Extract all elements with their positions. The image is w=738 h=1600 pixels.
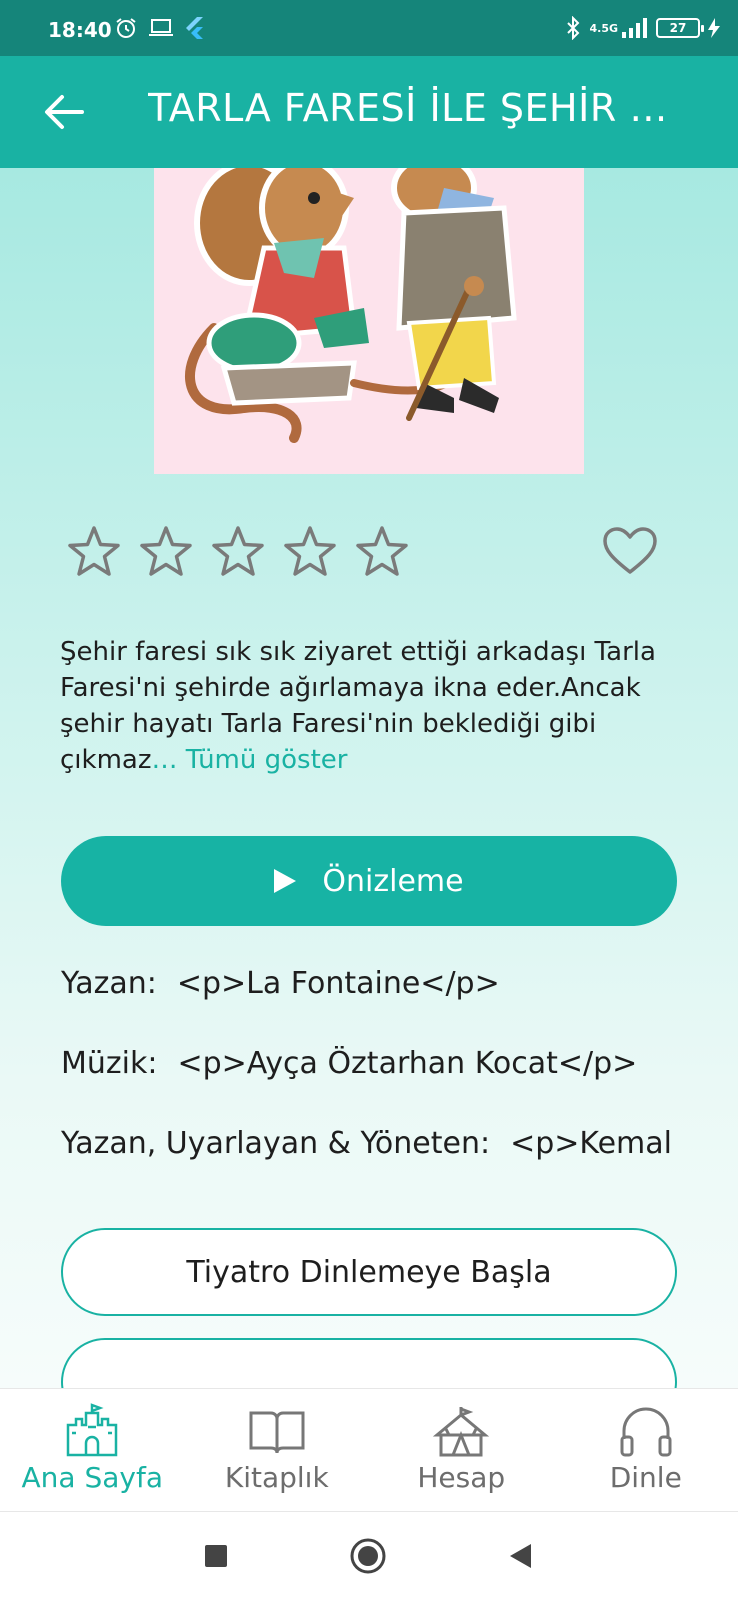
credit-label: Yazan, Uyarlayan & Yöneten: xyxy=(61,1126,491,1161)
signal-icon xyxy=(622,18,647,38)
nav-item-home[interactable]: Ana Sayfa xyxy=(0,1389,185,1511)
status-time: 18:40 xyxy=(48,18,112,42)
app-bar: TARLA FARESİ İLE ŞEHİR … xyxy=(0,56,738,168)
square-icon xyxy=(205,1545,227,1567)
home-button[interactable] xyxy=(346,1534,390,1578)
nav-label: Hesap xyxy=(417,1461,506,1494)
book-detail-content[interactable]: Şehir faresi sık sık ziyaret ettiği arka… xyxy=(0,168,738,1388)
rating-stars[interactable] xyxy=(66,524,410,580)
star-icon[interactable] xyxy=(354,524,410,580)
secondary-button[interactable] xyxy=(61,1338,677,1388)
nav-item-library[interactable]: Kitaplık xyxy=(185,1389,370,1511)
status-bar: 18:40 4.5G 27 xyxy=(0,0,738,56)
star-icon[interactable] xyxy=(66,524,122,580)
credit-value: <p>Kemal Kc xyxy=(510,1126,677,1161)
network-type: 4.5G xyxy=(589,21,618,35)
battery-icon: 27 xyxy=(656,18,704,38)
back-arrow-icon xyxy=(45,95,84,129)
preview-label: Önizleme xyxy=(322,863,464,899)
laptop-icon xyxy=(149,19,173,36)
play-icon xyxy=(274,869,297,893)
credit-director: Yazan, Uyarlayan & Yöneten: <p>Kemal Kc xyxy=(61,1126,677,1161)
credit-music: Müzik: <p>Ayça Öztarhan Kocat</p> xyxy=(61,1046,677,1081)
credit-author: Yazan: <p>La Fontaine</p> xyxy=(61,966,677,1001)
page-title: TARLA FARESİ İLE ŞEHİR … xyxy=(148,86,668,130)
circus-tent-icon xyxy=(433,1407,490,1457)
castle-icon xyxy=(67,1403,118,1457)
star-icon[interactable] xyxy=(210,524,266,580)
book-description: Şehir faresi sık sık ziyaret ettiği arka… xyxy=(60,634,680,778)
credit-label: Yazan: xyxy=(61,966,157,1001)
system-navigation-bar xyxy=(0,1512,738,1600)
charging-icon xyxy=(708,18,720,38)
book-cover-image xyxy=(154,168,584,474)
alarm-icon xyxy=(116,18,136,38)
credit-value: <p>La Fontaine</p> xyxy=(176,966,500,1001)
favorite-heart-icon[interactable] xyxy=(602,526,658,576)
headphones-icon xyxy=(620,1407,672,1457)
star-icon[interactable] xyxy=(138,524,194,580)
credit-label: Müzik: xyxy=(61,1046,158,1081)
triangle-back-icon xyxy=(510,1544,531,1568)
bottom-navigation: Ana Sayfa Kitaplık Hesap Dinle xyxy=(0,1388,738,1512)
nav-label: Dinle xyxy=(609,1461,682,1494)
recent-apps-button[interactable] xyxy=(194,1534,238,1578)
nav-label: Kitaplık xyxy=(224,1461,329,1494)
circle-icon xyxy=(350,1538,386,1574)
description-text: Şehir faresi sık sık ziyaret ettiği arka… xyxy=(60,637,656,775)
bluetooth-icon xyxy=(567,16,580,40)
field-mouse-and-city-mouse-illustration xyxy=(185,168,517,443)
show-more-link[interactable]: … Tümü göster xyxy=(151,745,347,775)
start-listening-label: Tiyatro Dinlemeye Başla xyxy=(186,1254,552,1290)
back-system-button[interactable] xyxy=(498,1534,542,1578)
flutter-icon xyxy=(186,17,203,39)
credit-value: <p>Ayça Öztarhan Kocat</p> xyxy=(177,1046,638,1081)
star-icon[interactable] xyxy=(282,524,338,580)
nav-label: Ana Sayfa xyxy=(21,1461,163,1494)
start-listening-button[interactable]: Tiyatro Dinlemeye Başla xyxy=(61,1228,677,1316)
nav-item-account[interactable]: Hesap xyxy=(369,1389,554,1511)
nav-item-listen[interactable]: Dinle xyxy=(554,1389,738,1511)
book-icon xyxy=(249,1411,305,1454)
back-button[interactable] xyxy=(34,82,94,142)
preview-button[interactable]: Önizleme xyxy=(61,836,677,926)
